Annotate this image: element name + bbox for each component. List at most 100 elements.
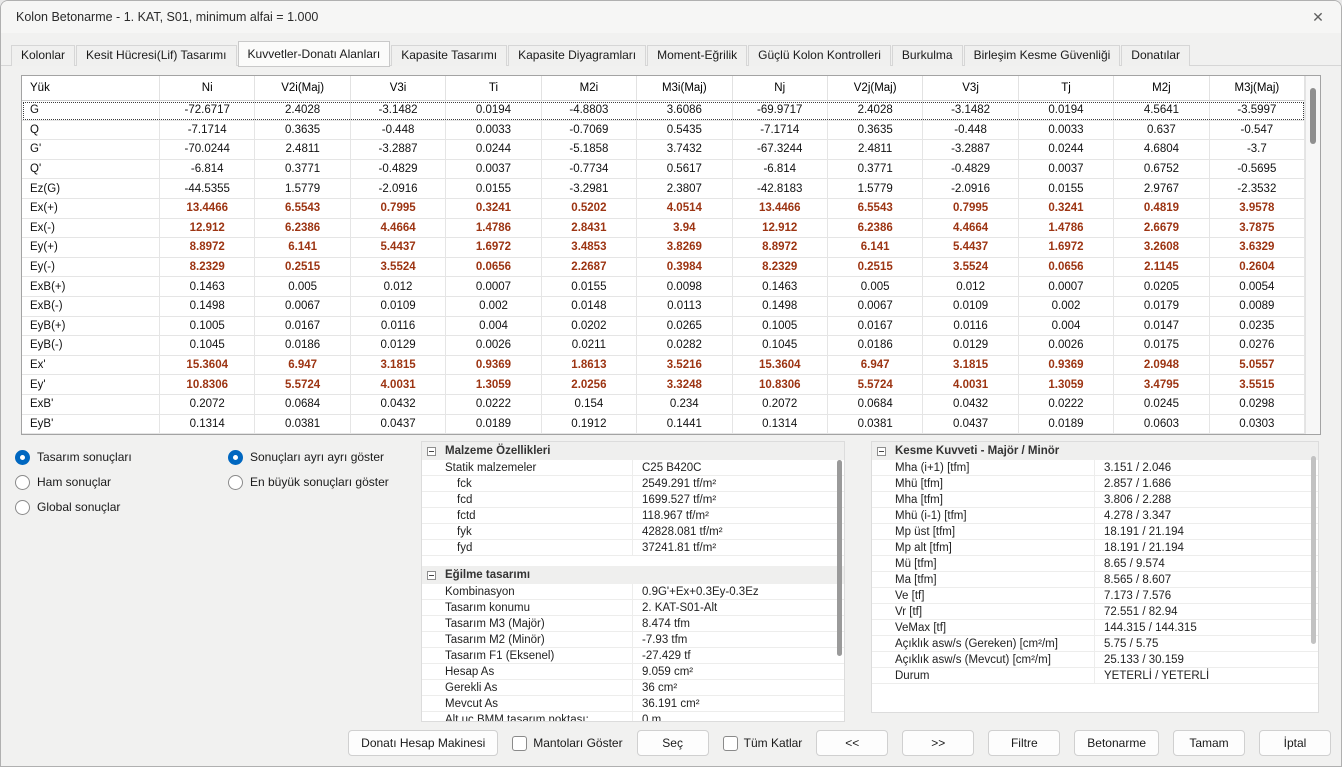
property-row-ma-tfm: Ma [tfm]8.565 / 8.607 <box>872 572 1318 588</box>
table-row-ex[interactable]: Ex(+)13.44666.55430.79950.32410.52024.05… <box>22 199 1305 219</box>
table-row-eyb[interactable]: EyB'0.13140.03810.04370.01890.19120.1441… <box>22 415 1305 435</box>
table-row-ex[interactable]: Ex(-)12.9126.23864.46641.47862.84313.941… <box>22 219 1305 239</box>
radio-ham-sonu-lar[interactable]: Ham sonuçlar <box>15 474 228 490</box>
column-header-y-k[interactable]: Yük <box>22 76 160 101</box>
table-row-ey[interactable]: Ey'10.83065.57244.00311.30592.02563.3248… <box>22 375 1305 395</box>
checkbox-icon[interactable] <box>723 736 738 751</box>
table-cell: 0.0298 <box>1210 395 1305 415</box>
table-cell: 0.1912 <box>542 415 637 435</box>
panel-scrollbar-thumb[interactable] <box>837 460 842 656</box>
property-label: fctd <box>422 508 633 523</box>
table-cell: 0.0186 <box>828 336 923 356</box>
table-cell: 0.0007 <box>1019 277 1114 297</box>
property-row-tasar-m-m3-maj-r: Tasarım M3 (Majör)8.474 tfm <box>422 616 844 632</box>
column-header-v3j[interactable]: V3j <box>923 76 1018 101</box>
radio-tasar-m-sonu-lar[interactable]: Tasarım sonuçları <box>15 449 228 465</box>
column-header-v3i[interactable]: V3i <box>351 76 446 101</box>
table-row-exb[interactable]: ExB'0.20720.06840.04320.02220.1540.2340.… <box>22 395 1305 415</box>
property-row-fctd: fctd118.967 tf/m² <box>422 508 844 524</box>
table-cell: 0.6752 <box>1114 160 1209 180</box>
property-label: Tasarım M3 (Majör) <box>422 616 633 631</box>
betonarme-button[interactable]: Betonarme <box>1074 730 1159 756</box>
filtre-button[interactable]: Filtre <box>988 730 1060 756</box>
table-row-ez-g[interactable]: Ez(G)-44.53551.5779-2.09160.0155-3.29812… <box>22 179 1305 199</box>
tab-burkulma[interactable]: Burkulma <box>892 45 963 66</box>
radio-icon[interactable] <box>228 450 243 465</box>
tab-moment-e-rilik[interactable]: Moment-Eğrilik <box>647 45 747 66</box>
previous-column-button[interactable]: << <box>816 730 888 756</box>
property-row-mha-tfm: Mha [tfm]3.806 / 2.288 <box>872 492 1318 508</box>
close-icon[interactable]: ✕ <box>1295 1 1341 33</box>
collapse-icon[interactable] <box>877 447 886 456</box>
table-row-g[interactable]: G'-70.02442.4811-3.28870.0244-5.18583.74… <box>22 140 1305 160</box>
radio-sonu-lar-ayr-ayr-g-ster[interactable]: Sonuçları ayrı ayrı göster <box>228 449 389 465</box>
column-header-ti[interactable]: Ti <box>446 76 541 101</box>
column-header-v2j-maj[interactable]: V2j(Maj) <box>828 76 923 101</box>
table-row-g[interactable]: G-72.67172.4028-3.14820.0194-4.88033.608… <box>22 101 1305 121</box>
radio-icon[interactable] <box>228 475 243 490</box>
tamam-button[interactable]: Tamam <box>1173 730 1245 756</box>
display-mode-radio-group: Sonuçları ayrı ayrı göster En büyük sonuç… <box>228 449 389 723</box>
table-row-eyb[interactable]: EyB(-)0.10450.01860.01290.00260.02110.02… <box>22 336 1305 356</box>
table-cell: 0.0007 <box>446 277 541 297</box>
column-header-m2j[interactable]: M2j <box>1114 76 1209 101</box>
property-value: 8.474 tfm <box>633 616 844 631</box>
property-value: 0.9G'+Ex+0.3Ey-0.3Ez <box>633 584 844 599</box>
column-header-ni[interactable]: Ni <box>160 76 255 101</box>
table-cell: -0.5695 <box>1210 160 1305 180</box>
radio-icon[interactable] <box>15 450 30 465</box>
radio-en-b-y-k-sonu-lar-g-ster[interactable]: En büyük sonuçları göster <box>228 474 389 490</box>
property-value: 9.059 cm² <box>633 664 844 679</box>
collapse-icon[interactable] <box>427 571 436 580</box>
column-header-m2i[interactable]: M2i <box>542 76 637 101</box>
table-vertical-scrollbar[interactable] <box>1305 76 1320 434</box>
tum-katlar-checkbox[interactable]: Tüm Katlar <box>723 736 803 751</box>
iptal-button[interactable]: İptal <box>1259 730 1331 756</box>
column-header-v2i-maj[interactable]: V2i(Maj) <box>255 76 350 101</box>
sec-button[interactable]: Seç <box>637 730 709 756</box>
forces-table: YükNiV2i(Maj)V3iTiM2iM3i(Maj)NjV2j(Maj)V… <box>21 75 1321 435</box>
tab-birle-im-kesme-g-venli-i[interactable]: Birleşim Kesme Güvenliği <box>964 45 1121 66</box>
radio-icon[interactable] <box>15 500 30 515</box>
table-cell: 0.004 <box>446 317 541 337</box>
mantolari-goster-checkbox[interactable]: Mantoları Göster <box>512 736 622 751</box>
column-header-tj[interactable]: Tj <box>1019 76 1114 101</box>
table-row-eyb[interactable]: EyB(+)0.10050.01670.01160.0040.02020.026… <box>22 317 1305 337</box>
table-cell: 0.154 <box>542 395 637 415</box>
tab-g-l-kolon-kontrolleri[interactable]: Güçlü Kolon Kontrolleri <box>748 45 891 66</box>
tab-kapasite-diyagramlar[interactable]: Kapasite Diyagramları <box>508 45 646 66</box>
checkbox-icon[interactable] <box>512 736 527 751</box>
column-header-m3j-maj[interactable]: M3j(Maj) <box>1210 76 1305 101</box>
table-cell: 3.9578 <box>1210 199 1305 219</box>
table-row-ey[interactable]: Ey(-)8.23290.25153.55240.06562.26870.398… <box>22 258 1305 278</box>
radio-global-sonu-lar[interactable]: Global sonuçlar <box>15 499 228 515</box>
panel-scrollbar-thumb[interactable] <box>1311 456 1316 644</box>
section-header-kesme-kuvveti-maj-r-min-r[interactable]: Kesme Kuvveti - Majör / Minör <box>872 442 1318 460</box>
table-cell: 0.0116 <box>923 317 1018 337</box>
load-case-label: Ey' <box>22 375 160 395</box>
tab-kuvvetler-donat-alanlar[interactable]: Kuvvetler-Donatı Alanları <box>238 41 391 67</box>
section-header-malzeme-zellikleri[interactable]: Malzeme Özellikleri <box>422 442 844 460</box>
table-cell: 1.3059 <box>446 375 541 395</box>
tab-kolonlar[interactable]: Kolonlar <box>11 45 75 66</box>
table-cell: 2.6679 <box>1114 219 1209 239</box>
table-cell: 0.0033 <box>1019 121 1114 141</box>
tab-kesit-h-cresi-lif-tasar-m[interactable]: Kesit Hücresi(Lif) Tasarımı <box>76 45 236 66</box>
table-row-ex[interactable]: Ex'15.36046.9473.18150.93691.86133.52161… <box>22 356 1305 376</box>
table-row-exb[interactable]: ExB(-)0.14980.00670.01090.0020.01480.011… <box>22 297 1305 317</box>
collapse-icon[interactable] <box>427 447 436 456</box>
next-column-button[interactable]: >> <box>902 730 974 756</box>
table-row-ey[interactable]: Ey(+)8.89726.1415.44371.69723.48533.8269… <box>22 238 1305 258</box>
table-row-q[interactable]: Q-7.17140.3635-0.4480.0033-0.70690.5435-… <box>22 121 1305 141</box>
tab-kapasite-tasar-m[interactable]: Kapasite Tasarımı <box>391 45 507 66</box>
section-title: Eğilme tasarımı <box>445 569 530 581</box>
radio-icon[interactable] <box>15 475 30 490</box>
table-row-exb[interactable]: ExB(+)0.14630.0050.0120.00070.01550.0098… <box>22 277 1305 297</box>
table-row-q[interactable]: Q'-6.8140.3771-0.48290.0037-0.77340.5617… <box>22 160 1305 180</box>
column-header-m3i-maj[interactable]: M3i(Maj) <box>637 76 732 101</box>
table-scrollbar-thumb[interactable] <box>1310 88 1316 144</box>
tab-donat-lar[interactable]: Donatılar <box>1121 45 1190 66</box>
column-header-nj[interactable]: Nj <box>733 76 828 101</box>
section-header-e-ilme-tasar-m[interactable]: Eğilme tasarımı <box>422 566 844 584</box>
donati-hesap-makinesi-button[interactable]: Donatı Hesap Makinesi <box>348 730 498 756</box>
